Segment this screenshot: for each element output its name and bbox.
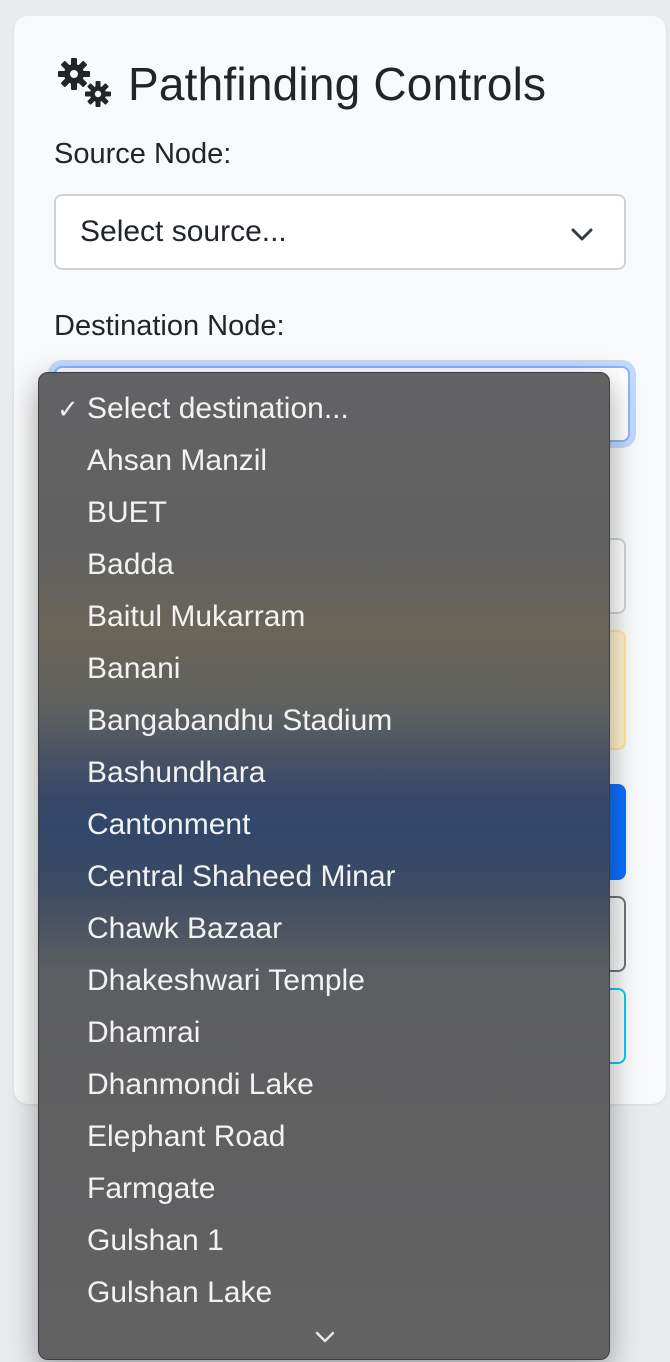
dropdown-option[interactable]: Central Shaheed Minar (39, 851, 609, 903)
page-title: Pathfinding Controls (128, 58, 547, 110)
dropdown-option[interactable]: BUET (39, 487, 609, 539)
dropdown-option[interactable]: Bangabandhu Stadium (39, 695, 609, 747)
dropdown-option[interactable]: Dhanmondi Lake (39, 1059, 609, 1111)
checkmark-icon: ✓ (57, 394, 79, 424)
source-select[interactable]: Select source... (54, 194, 626, 270)
source-select-value: Select source... (80, 215, 287, 248)
panel-header: Pathfinding Controls (54, 56, 546, 112)
source-label: Source Node: (54, 138, 232, 170)
dropdown-option[interactable]: Cantonment (39, 799, 609, 851)
dropdown-option[interactable]: Dhakeshwari Temple (39, 955, 609, 1007)
destination-label: Destination Node: (54, 310, 285, 342)
dropdown-option[interactable]: Farmgate (39, 1163, 609, 1215)
dropdown-option[interactable]: Baitul Mukarram (39, 591, 609, 643)
scroll-down-chevron-icon[interactable] (313, 1329, 337, 1345)
dropdown-option[interactable]: ✓ Select destination... (39, 383, 609, 435)
dropdown-option[interactable]: Badda (39, 539, 609, 591)
dropdown-option[interactable]: Elephant Road (39, 1111, 609, 1163)
dropdown-option[interactable]: Dhamrai (39, 1007, 609, 1059)
dropdown-option[interactable]: Gulshan Lake (39, 1267, 609, 1319)
chevron-down-icon (568, 220, 596, 248)
destination-dropdown-menu[interactable]: ✓ Select destination... Ahsan Manzil BUET… (38, 372, 610, 1360)
dropdown-option[interactable]: Ahsan Manzil (39, 435, 609, 487)
dropdown-option[interactable]: Chawk Bazaar (39, 903, 609, 955)
dropdown-option[interactable]: Bashundhara (39, 747, 609, 799)
dropdown-option[interactable]: Banani (39, 643, 609, 695)
dropdown-option[interactable]: Gulshan 1 (39, 1215, 609, 1267)
gears-icon (54, 56, 116, 112)
